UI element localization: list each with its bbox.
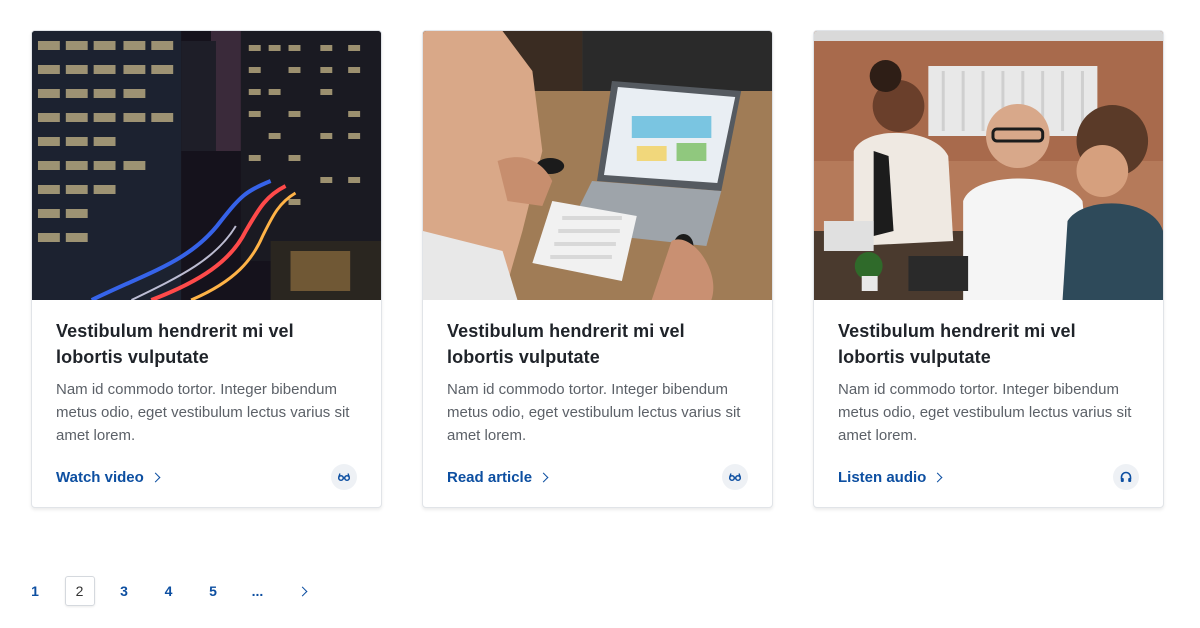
content-card[interactable]: Vestibulum hendrerit mi vel lobortis vul… xyxy=(813,30,1164,508)
laptop-desk-image xyxy=(423,31,772,300)
card-title[interactable]: Vestibulum hendrerit mi vel lobortis vul… xyxy=(838,318,1139,370)
page-1-button[interactable]: 1 xyxy=(20,576,50,606)
link-label: Listen audio xyxy=(838,468,927,486)
content-card[interactable]: Vestibulum hendrerit mi vel lobortis vul… xyxy=(422,30,773,508)
headphones-icon xyxy=(1113,464,1139,490)
page-3-button[interactable]: 3 xyxy=(109,576,139,606)
card-title[interactable]: Vestibulum hendrerit mi vel lobortis vul… xyxy=(447,318,748,370)
link-label: Watch video xyxy=(56,468,144,486)
chevron-right-icon xyxy=(297,586,307,596)
card-image-team-meeting[interactable] xyxy=(814,31,1163,300)
chevron-right-icon xyxy=(150,472,161,482)
link-label: Read article xyxy=(447,468,533,486)
watch-video-link[interactable]: Watch video xyxy=(56,468,161,486)
content-card[interactable]: Vestibulum hendrerit mi vel lobortis vul… xyxy=(31,30,382,508)
card-title[interactable]: Vestibulum hendrerit mi vel lobortis vul… xyxy=(56,318,357,370)
card-description: Nam id commodo tortor. Integer bibendum … xyxy=(838,381,1132,444)
glasses-icon xyxy=(722,464,748,490)
pagination: 1 2 3 4 5 ... xyxy=(20,576,332,606)
page-ellipsis[interactable]: ... xyxy=(243,576,273,606)
city-night-image xyxy=(32,31,381,300)
page-4-button[interactable]: 4 xyxy=(154,576,184,606)
chevron-right-icon xyxy=(932,472,943,482)
glasses-icon xyxy=(331,464,357,490)
page-5-button[interactable]: 5 xyxy=(198,576,228,606)
card-image-laptop-desk[interactable] xyxy=(423,31,772,300)
card-grid: Vestibulum hendrerit mi vel lobortis vul… xyxy=(31,30,1164,508)
chevron-right-icon xyxy=(538,472,549,482)
team-meeting-image xyxy=(814,31,1163,300)
read-article-link[interactable]: Read article xyxy=(447,468,549,486)
card-description: Nam id commodo tortor. Integer bibendum … xyxy=(56,381,350,444)
page-2-button-current[interactable]: 2 xyxy=(64,576,95,606)
card-description: Nam id commodo tortor. Integer bibendum … xyxy=(447,381,741,444)
next-page-button[interactable] xyxy=(287,576,317,606)
listen-audio-link[interactable]: Listen audio xyxy=(838,468,943,486)
card-image-city-night[interactable] xyxy=(32,31,381,300)
